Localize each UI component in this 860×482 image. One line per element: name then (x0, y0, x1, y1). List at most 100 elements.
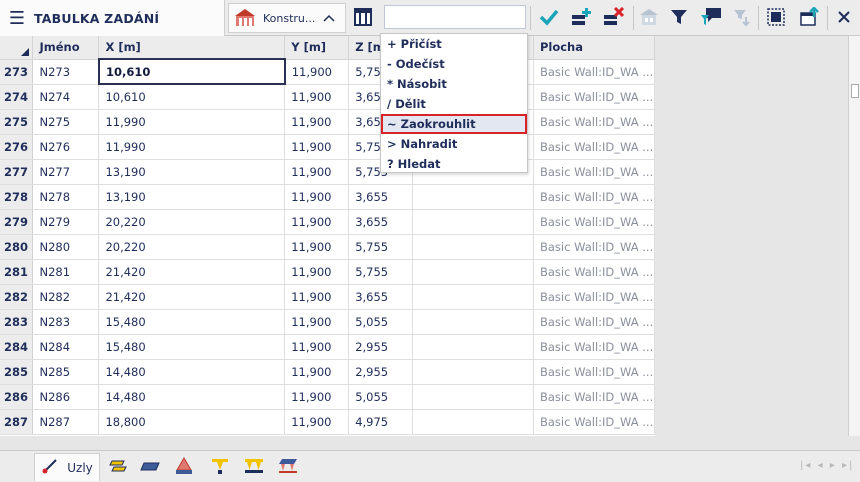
cell-extra[interactable] (412, 209, 534, 235)
cell-x[interactable]: 10,610 (97, 58, 286, 85)
dropdown-item[interactable]: ~ Zaokrouhlit (381, 114, 527, 134)
cell-z[interactable]: 4,975 (348, 409, 414, 435)
tab-solids[interactable] (170, 453, 198, 481)
cell-plocha[interactable]: Basic Wall:ID_WA ... (533, 109, 656, 135)
cell-plocha[interactable]: Basic Wall:ID_WA ... (533, 159, 656, 185)
row-number[interactable]: 286 (0, 384, 34, 410)
row-number[interactable]: 283 (0, 309, 34, 335)
cell-name[interactable]: N276 (32, 134, 100, 160)
cell-plocha[interactable]: Basic Wall:ID_WA ... (533, 309, 656, 335)
structure-combo[interactable]: Konstru... (228, 3, 346, 33)
cell-x[interactable]: 11,990 (98, 109, 286, 135)
tab-surfaces[interactable] (136, 453, 164, 481)
cell-y[interactable]: 11,900 (284, 359, 350, 385)
table-row[interactable]: 278 N278 13,190 11,900 3,655 Basic Wall:ID_WA… (0, 184, 656, 210)
table-row[interactable]: 282 N282 21,420 11,900 3,655 Basic Wall:ID_WA… (0, 284, 656, 310)
formula-input[interactable] (384, 5, 526, 29)
scrollbar-thumb[interactable] (851, 84, 859, 98)
cell-name[interactable]: N283 (32, 309, 100, 335)
row-number[interactable]: 280 (0, 234, 34, 260)
cell-x[interactable]: 11,990 (98, 134, 286, 160)
select-all-corner[interactable] (0, 36, 34, 60)
cell-y[interactable]: 11,900 (284, 334, 350, 360)
add-row-button[interactable] (567, 3, 595, 33)
cell-plocha[interactable]: Basic Wall:ID_WA ... (533, 209, 656, 235)
cell-y[interactable]: 11,900 (284, 234, 350, 260)
cell-extra[interactable] (412, 259, 534, 285)
table-row[interactable]: 284 N284 15,480 11,900 2,955 Basic Wall:ID_WA… (0, 334, 656, 360)
cell-extra[interactable] (412, 309, 534, 335)
cell-x[interactable]: 21,420 (98, 284, 286, 310)
cell-z[interactable]: 3,655 (348, 184, 414, 210)
cell-y[interactable]: 11,900 (284, 209, 350, 235)
cell-plocha[interactable]: Basic Wall:ID_WA ... (533, 134, 656, 160)
cell-plocha[interactable]: Basic Wall:ID_WA ... (533, 59, 656, 85)
table-row[interactable]: 277 N277 13,190 11,900 5,755 Basic Wall:ID_WA… (0, 159, 656, 185)
sort-button[interactable] (727, 3, 755, 33)
column-settings-button[interactable] (349, 3, 377, 33)
table-row[interactable]: 276 N276 11,990 11,900 5,755 Basic Wall:ID_WA… (0, 134, 656, 160)
cell-extra[interactable] (412, 409, 534, 435)
dropdown-item[interactable]: * Násobit (381, 74, 527, 94)
cell-x[interactable]: 15,480 (98, 334, 286, 360)
cell-z[interactable]: 5,755 (348, 234, 414, 260)
row-number[interactable]: 284 (0, 334, 34, 360)
cell-plocha[interactable]: Basic Wall:ID_WA ... (533, 234, 656, 260)
table-row[interactable]: 279 N279 20,220 11,900 3,655 Basic Wall:ID_WA… (0, 209, 656, 235)
cell-x[interactable]: 20,220 (98, 234, 286, 260)
cell-name[interactable]: N275 (32, 109, 100, 135)
tab-navigation-arrows[interactable]: |◂ ◂ ▸ ▸| (800, 460, 854, 471)
cell-x[interactable]: 20,220 (98, 209, 286, 235)
table-row[interactable]: 283 N283 15,480 11,900 5,055 Basic Wall:ID_WA… (0, 309, 656, 335)
row-number[interactable]: 285 (0, 359, 34, 385)
cell-name[interactable]: N282 (32, 284, 100, 310)
cell-y[interactable]: 11,900 (284, 309, 350, 335)
cell-name[interactable]: N286 (32, 384, 100, 410)
cell-y[interactable]: 11,900 (284, 109, 350, 135)
tab-nodal-supports[interactable] (206, 453, 234, 481)
row-number[interactable]: 276 (0, 134, 34, 160)
row-number[interactable]: 281 (0, 259, 34, 285)
cell-extra[interactable] (412, 284, 534, 310)
cell-plocha[interactable]: Basic Wall:ID_WA ... (533, 259, 656, 285)
cell-z[interactable]: 2,955 (348, 359, 414, 385)
cell-plocha[interactable]: Basic Wall:ID_WA ... (533, 184, 656, 210)
cell-y[interactable]: 11,900 (284, 134, 350, 160)
cell-extra[interactable] (412, 184, 534, 210)
cell-y[interactable]: 11,900 (284, 184, 350, 210)
column-header-y[interactable]: Y [m] (284, 36, 350, 60)
table-row[interactable]: 280 N280 20,220 11,900 5,755 Basic Wall:ID_WA… (0, 234, 656, 260)
row-number[interactable]: 278 (0, 184, 34, 210)
table-row[interactable]: 281 N281 21,420 11,900 5,755 Basic Wall:ID_WA… (0, 259, 656, 285)
cell-x[interactable]: 21,420 (98, 259, 286, 285)
dropdown-item[interactable]: - Odečíst (381, 54, 527, 74)
column-header-plocha[interactable]: Plocha (533, 36, 656, 60)
cell-x[interactable]: 18,800 (98, 409, 286, 435)
filter-button[interactable] (665, 3, 693, 33)
cell-extra[interactable] (412, 234, 534, 260)
select-all-button[interactable] (762, 3, 790, 33)
dropdown-item[interactable]: / Dělit (381, 94, 527, 114)
row-number[interactable]: 287 (0, 409, 34, 435)
cell-name[interactable]: N287 (32, 409, 100, 435)
cell-x[interactable]: 10,610 (98, 84, 286, 110)
close-button[interactable] (830, 3, 858, 33)
cell-y[interactable]: 11,900 (284, 384, 350, 410)
cell-plocha[interactable]: Basic Wall:ID_WA ... (533, 284, 656, 310)
cell-name[interactable]: N281 (32, 259, 100, 285)
dropdown-item[interactable]: + Přičíst (381, 34, 527, 54)
cell-plocha[interactable]: Basic Wall:ID_WA ... (533, 334, 656, 360)
tab-lines[interactable] (104, 453, 132, 481)
cell-y[interactable]: 11,900 (284, 259, 350, 285)
cell-z[interactable]: 3,655 (348, 284, 414, 310)
cell-name[interactable]: N284 (32, 334, 100, 360)
cell-plocha[interactable]: Basic Wall:ID_WA ... (533, 384, 656, 410)
table-row[interactable]: 285 N285 14,480 11,900 2,955 Basic Wall:ID_WA… (0, 359, 656, 385)
cell-name[interactable]: N279 (32, 209, 100, 235)
cell-y[interactable]: 11,900 (284, 159, 350, 185)
cell-x[interactable]: 14,480 (98, 384, 286, 410)
cell-y[interactable]: 11,900 (284, 409, 350, 435)
cell-name[interactable]: N277 (32, 159, 100, 185)
cell-extra[interactable] (412, 384, 534, 410)
cell-y[interactable]: 11,900 (284, 284, 350, 310)
